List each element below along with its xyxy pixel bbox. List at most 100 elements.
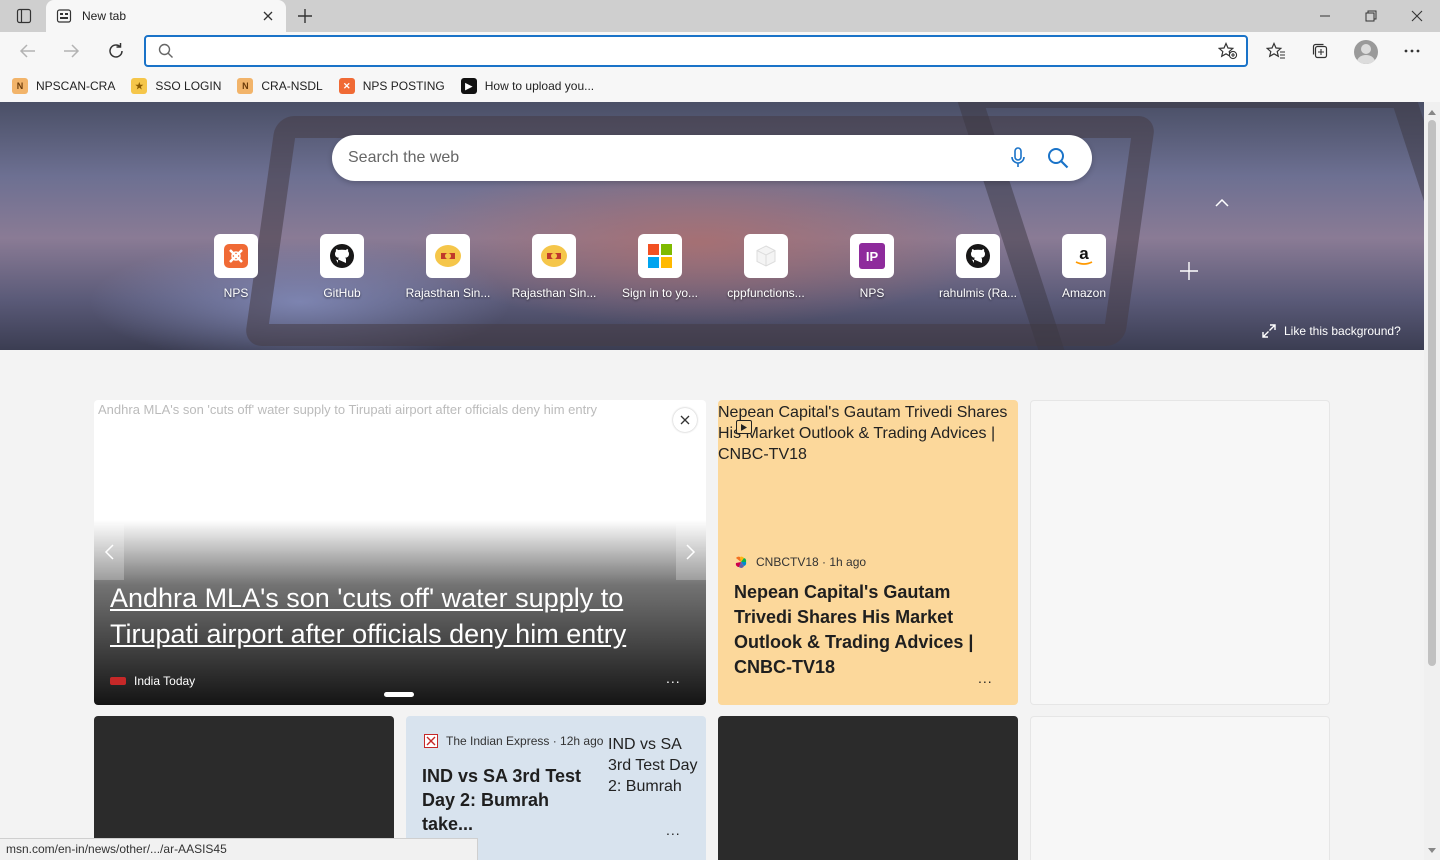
tab-actions-button[interactable] xyxy=(8,4,40,28)
quick-link-icon-box xyxy=(956,234,1000,278)
refresh-button[interactable] xyxy=(101,36,131,66)
featured-headline-link[interactable]: Andhra MLA's son 'cuts off' water supply… xyxy=(110,580,690,652)
featured-news-card[interactable]: Andhra MLA's son 'cuts off' water supply… xyxy=(94,400,706,705)
forward-arrow-icon xyxy=(64,44,80,58)
add-quick-link-button[interactable] xyxy=(1176,258,1202,284)
address-input[interactable] xyxy=(174,38,1214,64)
plus-icon xyxy=(298,9,312,23)
chevron-right-icon xyxy=(686,544,696,560)
close-icon xyxy=(680,415,690,425)
favorites-button[interactable] xyxy=(1261,36,1291,66)
carousel-next-button[interactable] xyxy=(676,524,706,580)
quick-link-tile[interactable]: Rajasthan Sin... xyxy=(395,234,501,300)
tab-new-tab[interactable]: New tab xyxy=(46,0,286,32)
rajasthan-emblem-icon xyxy=(541,245,567,267)
quick-link-label: Rajasthan Sin... xyxy=(405,286,491,300)
plus-icon xyxy=(1180,262,1198,280)
quick-link-tile[interactable]: NPS xyxy=(183,234,289,300)
source-name: India Today xyxy=(134,674,196,688)
minimize-button[interactable] xyxy=(1302,0,1348,32)
window-close-button[interactable] xyxy=(1394,0,1440,32)
favorite-item[interactable]: ✕ NPS POSTING xyxy=(338,78,445,94)
page-scrollbar[interactable] xyxy=(1424,102,1440,860)
collapse-quick-links-button[interactable] xyxy=(1208,192,1236,214)
dismiss-card-button[interactable] xyxy=(673,408,697,432)
web-search-box[interactable] xyxy=(332,135,1092,181)
quick-link-icon-box: a xyxy=(1062,234,1106,278)
add-favorite-button[interactable] xyxy=(1214,38,1242,64)
quick-link-tile[interactable]: rahulmis (Ra... xyxy=(925,234,1031,300)
news-card[interactable]: Nepean Capital's Gautam Trivedi Shares H… xyxy=(718,400,1018,705)
quick-link-tile[interactable]: Sign in to yo... xyxy=(607,234,713,300)
chevron-left-icon xyxy=(104,544,114,560)
quick-link-tile[interactable]: a Amazon xyxy=(1031,234,1137,300)
svg-text:a: a xyxy=(1079,244,1089,263)
more-options-button[interactable]: ... xyxy=(666,822,681,838)
favorite-item[interactable]: N NPSCAN-CRA xyxy=(12,78,115,94)
scroll-thumb[interactable] xyxy=(1428,120,1436,666)
quick-link-icon-box xyxy=(532,234,576,278)
voice-search-button[interactable] xyxy=(998,140,1038,176)
favorite-label: NPS POSTING xyxy=(362,79,445,93)
quick-link-tile[interactable]: GitHub xyxy=(289,234,395,300)
new-tab-button[interactable] xyxy=(292,4,318,28)
microsoft-icon xyxy=(648,244,672,268)
restore-button[interactable] xyxy=(1348,0,1394,32)
video-icon: ▶ xyxy=(460,78,477,94)
scroll-up-button[interactable] xyxy=(1424,104,1440,120)
quick-link-icon-box: IP xyxy=(850,234,894,278)
newtab-page: NPS GitHub Rajasthan Sin... Rajasthan Si… xyxy=(0,102,1424,860)
quick-link-tile[interactable]: Rajasthan Sin... xyxy=(501,234,607,300)
article-image-alt: IND vs SA 3rd Test Day 2: Bumrah xyxy=(608,736,698,795)
xampp-icon: ✕ xyxy=(338,78,355,94)
nps-icon: N xyxy=(12,78,28,94)
article-headline[interactable]: Nepean Capital's Gautam Trivedi Shares H… xyxy=(734,580,1004,680)
article-headline[interactable]: IND vs SA 3rd Test Day 2: Bumrah take... xyxy=(422,764,602,836)
quick-link-label: Rajasthan Sin... xyxy=(511,286,597,300)
settings-more-button[interactable] xyxy=(1397,36,1427,66)
tab-close-button[interactable] xyxy=(260,8,276,24)
address-bar[interactable] xyxy=(144,35,1248,67)
profile-avatar[interactable] xyxy=(1354,40,1378,64)
search-icon xyxy=(158,43,173,58)
close-icon xyxy=(1411,10,1423,22)
empty-card-placeholder xyxy=(1030,400,1330,705)
favorites-icon xyxy=(1266,42,1285,59)
quick-link-tile[interactable]: IP NPS xyxy=(819,234,925,300)
carousel-indicator[interactable] xyxy=(384,692,414,697)
search-submit-button[interactable] xyxy=(1038,140,1078,176)
favorite-item[interactable]: N CRA-NSDL xyxy=(237,78,323,94)
cnbc-logo-icon xyxy=(735,556,747,568)
favorite-item[interactable]: ▶ How to upload you... xyxy=(460,78,595,94)
xampp-icon xyxy=(224,244,248,268)
like-background-button[interactable]: Like this background? xyxy=(1262,324,1401,338)
back-button[interactable] xyxy=(13,36,43,66)
rajasthan-emblem-icon: ★ xyxy=(131,78,148,94)
article-source: The Indian Express · 12h ago xyxy=(424,734,603,748)
quick-link-icon-box xyxy=(320,234,364,278)
quick-link-icon-box xyxy=(426,234,470,278)
favorite-item[interactable]: ★ SSO LOGIN xyxy=(131,78,221,94)
more-options-button[interactable]: ... xyxy=(978,670,993,686)
chevron-up-icon xyxy=(1215,199,1229,207)
collections-button[interactable] xyxy=(1305,36,1335,66)
more-options-button[interactable]: ... xyxy=(666,670,681,686)
favorites-bar: N NPSCAN-CRA ★ SSO LOGIN N CRA-NSDL ✕ NP… xyxy=(0,70,1440,102)
github-icon xyxy=(966,244,990,268)
article-source: CNBCTV18 · 1h ago xyxy=(734,555,866,569)
source-name: The Indian Express · 12h ago xyxy=(446,734,604,748)
collections-icon xyxy=(1312,43,1328,59)
quick-link-tile[interactable]: cppfunctions... xyxy=(713,234,819,300)
india-today-logo-icon xyxy=(110,677,126,685)
video-play-icon xyxy=(736,420,752,434)
quick-link-label: NPS xyxy=(223,286,249,300)
scroll-down-button[interactable] xyxy=(1424,842,1440,858)
news-card-loading[interactable] xyxy=(718,716,1018,860)
forward-button[interactable] xyxy=(56,36,86,66)
carousel-prev-button[interactable] xyxy=(94,524,124,580)
refresh-icon xyxy=(109,43,123,58)
ip-icon: IP xyxy=(859,243,885,269)
web-search-input[interactable] xyxy=(348,149,998,167)
background-image: NPS GitHub Rajasthan Sin... Rajasthan Si… xyxy=(0,102,1424,350)
favorite-label: How to upload you... xyxy=(484,79,595,93)
